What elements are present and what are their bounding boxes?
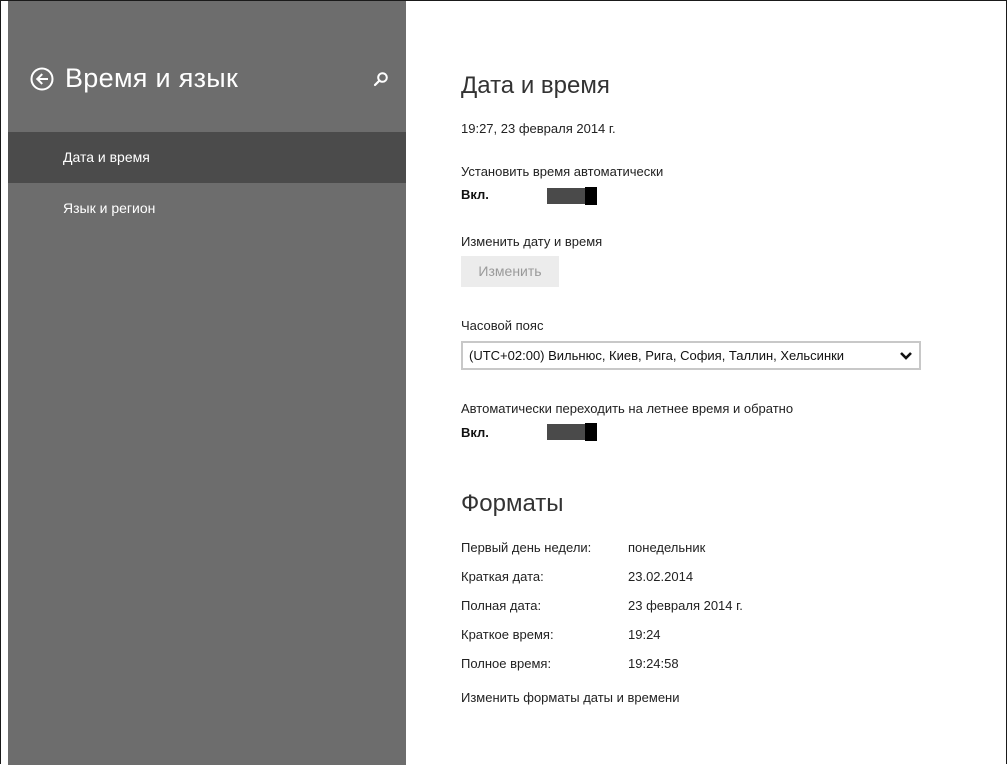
format-label-long-time: Полное время:: [461, 656, 552, 671]
format-label-short-date: Краткая дата:: [461, 569, 544, 584]
format-value-long-time: 19:24:58: [628, 656, 679, 671]
search-icon[interactable]: [373, 71, 389, 87]
auto-time-state: Вкл.: [461, 187, 489, 202]
dst-toggle[interactable]: [547, 423, 597, 441]
format-label-short-time: Краткое время:: [461, 627, 554, 642]
toggle-knob: [585, 423, 597, 441]
format-value-long-date: 23 февраля 2014 г.: [628, 598, 743, 613]
main-content: Дата и время 19:27, 23 февраля 2014 г. У…: [406, 0, 1006, 765]
change-formats-link[interactable]: Изменить форматы даты и времени: [461, 690, 680, 705]
back-arrow-circle-icon[interactable]: [30, 67, 54, 91]
chevron-down-icon: [900, 352, 912, 360]
format-value-short-time: 19:24: [628, 627, 661, 642]
sidebar-item-date-time[interactable]: Дата и время: [8, 132, 406, 183]
change-datetime-button[interactable]: Изменить: [461, 256, 559, 287]
formats-heading: Форматы: [461, 490, 564, 517]
format-value-first-day: понедельник: [628, 540, 706, 555]
sidebar-title: Время и язык: [65, 63, 239, 93]
timezone-label: Часовой пояс: [461, 318, 544, 333]
current-datetime: 19:27, 23 февраля 2014 г.: [461, 121, 616, 136]
format-value-short-date: 23.02.2014: [628, 569, 694, 584]
sidebar-item-language-region[interactable]: Язык и регион: [8, 183, 406, 234]
dst-label: Автоматически переходить на летнее время…: [461, 401, 794, 416]
dst-state: Вкл.: [461, 425, 489, 440]
timezone-value: (UTC+02:00) Вильнюс, Киев, Рига, София, …: [469, 348, 845, 363]
change-datetime-label: Изменить дату и время: [461, 234, 603, 249]
timezone-select[interactable]: (UTC+02:00) Вильнюс, Киев, Рига, София, …: [461, 341, 921, 370]
format-label-first-day: Первый день недели:: [461, 540, 592, 555]
date-time-heading: Дата и время: [461, 72, 610, 99]
sidebar: Время и язык Дата и время Язык и регион: [8, 1, 406, 765]
auto-time-toggle[interactable]: [547, 187, 597, 205]
toggle-knob: [585, 187, 597, 205]
auto-time-label: Установить время автоматически: [461, 164, 664, 179]
format-label-long-date: Полная дата:: [461, 598, 542, 613]
